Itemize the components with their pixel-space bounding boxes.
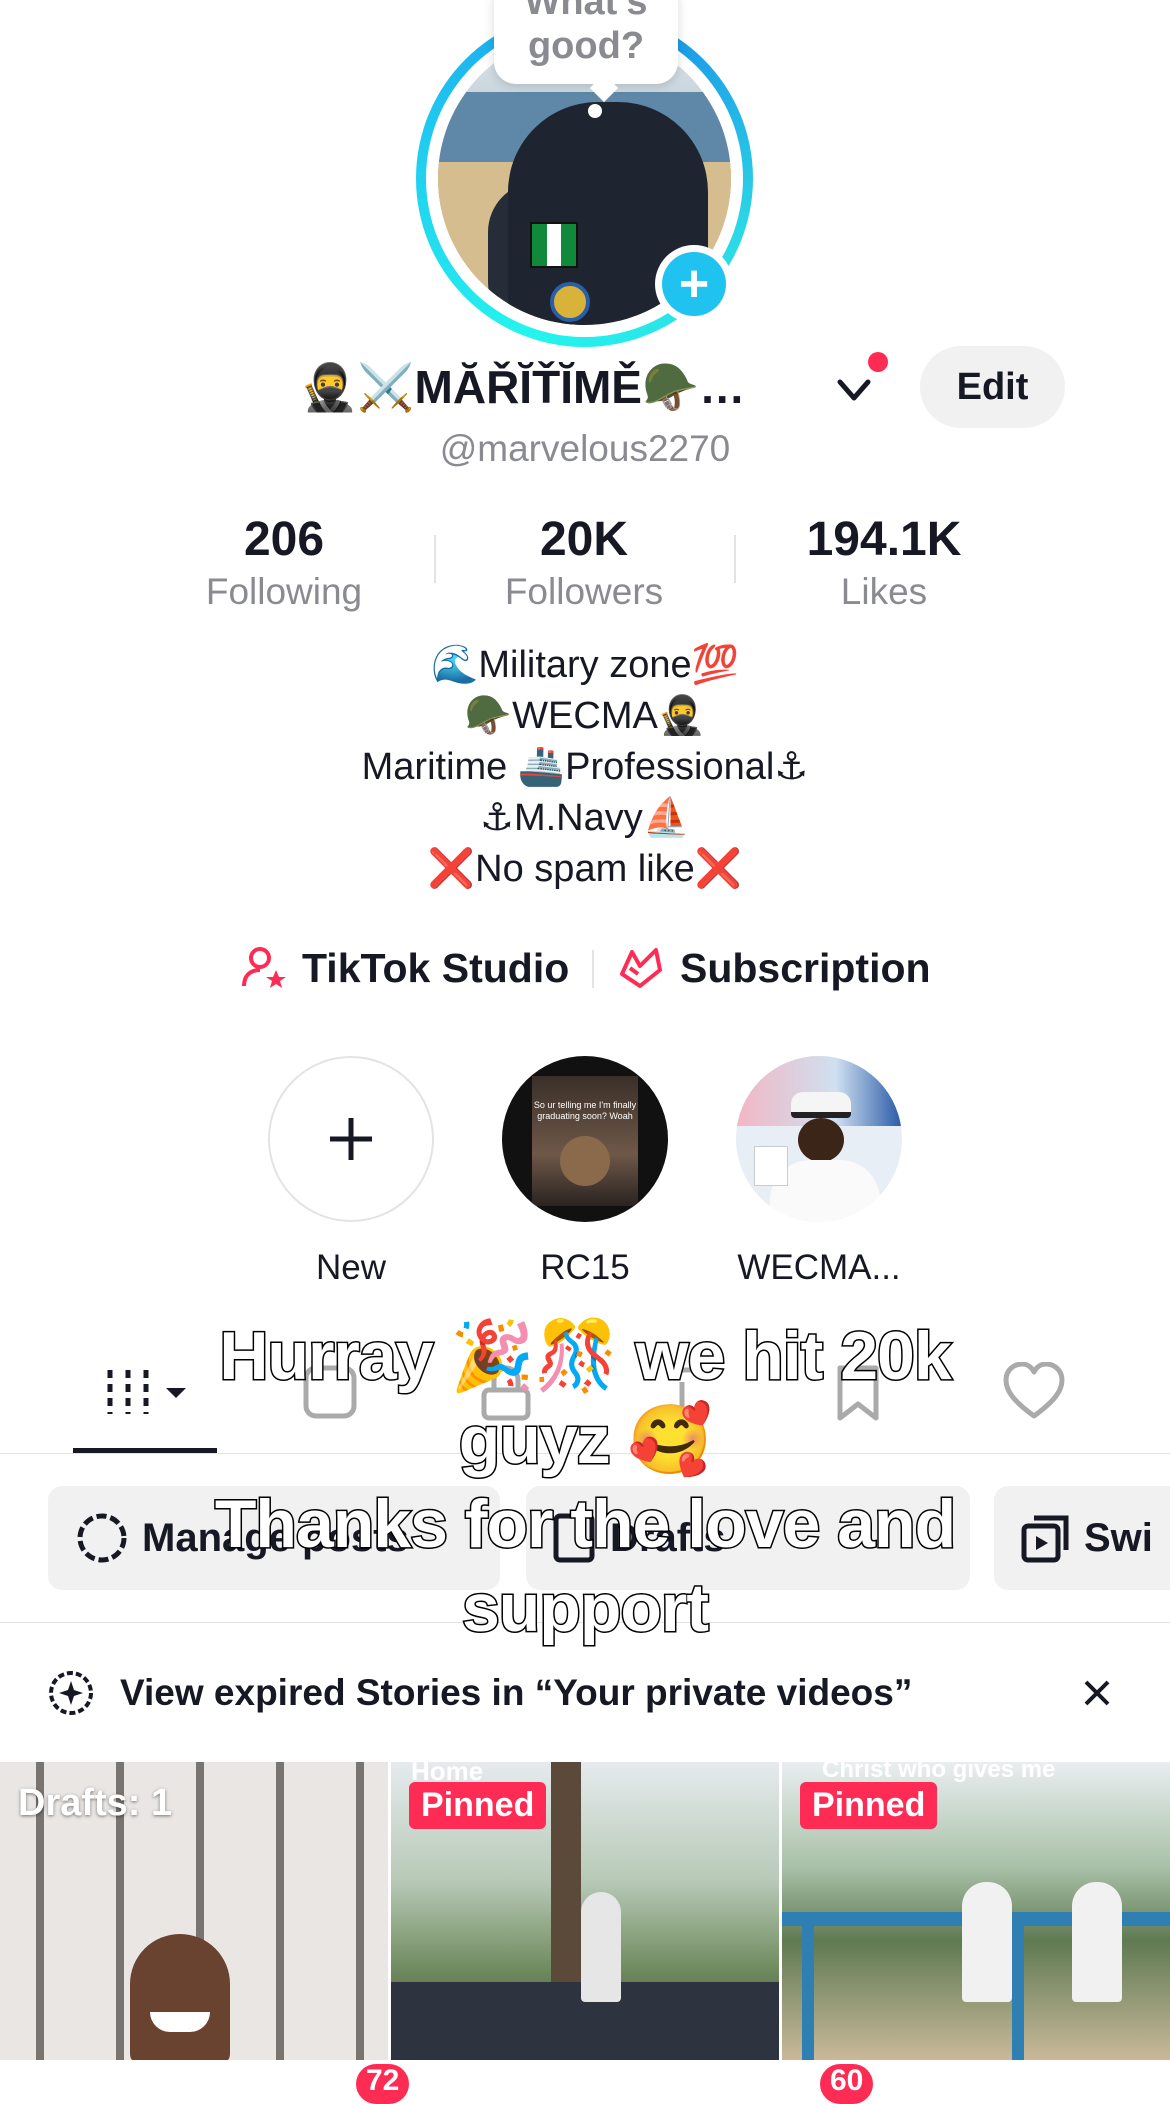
pinned-video-tile[interactable]: Christ who gives me Pinned	[782, 1762, 1170, 2060]
studio-label: TikTok Studio	[302, 944, 570, 991]
stat-label: Followers	[504, 571, 664, 612]
studio-icon	[242, 947, 286, 988]
divider	[592, 950, 594, 988]
close-icon[interactable]	[1080, 1676, 1114, 1710]
back-icon[interactable]	[40, 0, 110, 8]
chevron-down-icon[interactable]	[834, 370, 874, 410]
stat-value: 194.1K	[806, 513, 962, 566]
profile-bio: 🌊Military zone💯 🪖WECMA🥷 Maritime 🚢Profes…	[0, 640, 1170, 895]
bio-line: Maritime 🚢Professional⚓	[361, 746, 809, 788]
highlight-label: RC15	[540, 1248, 630, 1287]
bio-line: ⚓M.Navy⛵	[479, 797, 691, 839]
bio-line: 🪖WECMA🥷	[464, 695, 706, 737]
pinned-video-tile[interactable]: Home Pinned	[391, 1762, 779, 2060]
caption-line: Thanks for the love and	[213, 1485, 957, 1564]
stat-label: Following	[205, 571, 363, 612]
stat-likes[interactable]: 194.1K Likes	[734, 510, 1034, 614]
stat-value: 20K	[539, 513, 629, 566]
caption-line: guyz 🥰	[457, 1401, 713, 1480]
notice-text: View expired Stories in “Your private vi…	[120, 1672, 913, 1713]
flag-patch	[530, 222, 578, 268]
sparkle-circle-icon	[49, 1671, 93, 1715]
bubble-line1: What's	[524, 0, 648, 23]
count-badge: 72	[356, 2064, 410, 2104]
menu-icon[interactable]	[1054, 0, 1114, 10]
stat-following[interactable]: 206 Following	[134, 510, 434, 614]
stat-label: Likes	[840, 571, 928, 612]
count-badge: 60	[820, 2064, 874, 2104]
drafts-count: Drafts: 1	[18, 1782, 173, 1824]
new-highlight-button[interactable]	[268, 1056, 434, 1222]
highlight-label: WECMA...	[737, 1248, 901, 1287]
tiktok-studio-link[interactable]: TikTok Studio	[240, 938, 569, 998]
bio-line: 🌊Military zone💯	[431, 644, 739, 686]
display-name[interactable]: 🥷⚔️MĂŘĬŤĬMĚ🪖…	[300, 352, 810, 422]
draft-video-tile[interactable]: Drafts: 1	[0, 1762, 388, 2060]
caption-line: Hurray 🎉🎊 we hit 20k	[218, 1317, 953, 1396]
edit-profile-button[interactable]: Edit	[920, 346, 1065, 428]
highlight-rc15[interactable]: So ur telling me I'm finally graduating …	[502, 1056, 668, 1222]
caption-line: support	[460, 1569, 710, 1648]
pinned-badge: Pinned	[800, 1782, 938, 1829]
bubble-line2: good?	[527, 25, 645, 67]
stat-followers[interactable]: 20K Followers	[434, 510, 734, 614]
share-icon[interactable]	[928, 0, 988, 10]
tile-caption: Christ who gives me	[822, 1762, 1056, 1783]
highlight-wecma[interactable]	[736, 1056, 902, 1222]
pinned-badge: Pinned	[409, 1782, 547, 1829]
bio-line: ❌No spam like❌	[427, 848, 743, 890]
username-handle: @marvelous2270	[439, 428, 731, 469]
highlight-label: New	[315, 1248, 387, 1287]
status-bubble[interactable]: What's good?	[494, 0, 678, 103]
subscription-link[interactable]: Subscription	[616, 938, 931, 998]
expired-stories-notice[interactable]: View expired Stories in “Your private vi…	[0, 1660, 1170, 1726]
plus-icon: +	[662, 252, 726, 316]
subscription-icon	[620, 948, 662, 988]
subscription-label: Subscription	[680, 944, 931, 991]
notification-dot	[868, 352, 888, 372]
stat-value: 206	[243, 513, 325, 566]
overlay-caption: Hurray 🎉🎊 we hit 20k guyz 🥰 Thanks for t…	[0, 1314, 1170, 1650]
calendar-icon[interactable]	[814, 0, 874, 10]
plus-icon	[330, 1118, 372, 1160]
add-story-button[interactable]: +	[655, 245, 733, 323]
highlight-thumb-text: So ur telling me I'm finally graduating …	[533, 1100, 637, 1121]
